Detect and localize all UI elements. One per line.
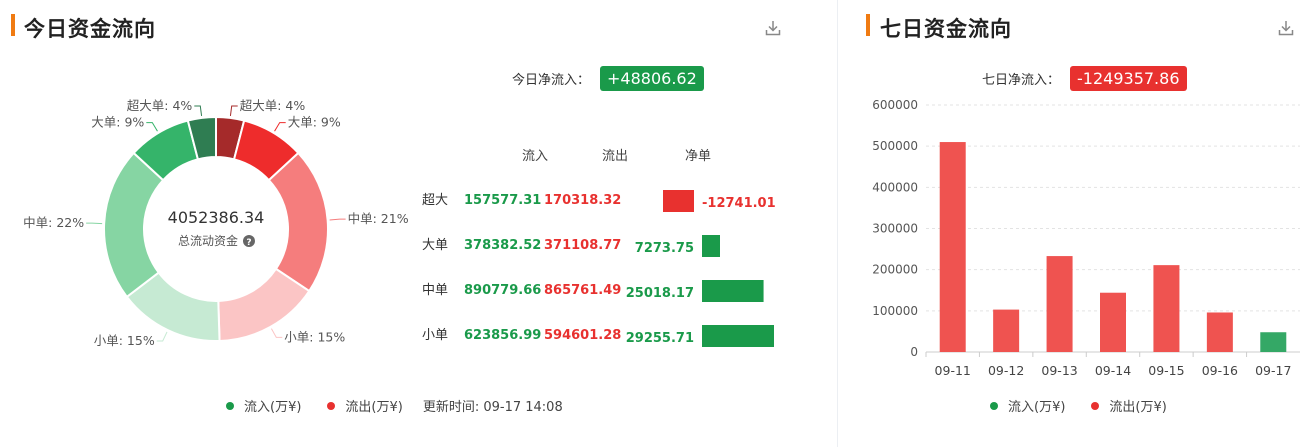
- row-label: 小单: [422, 328, 448, 343]
- bar[interactable]: [939, 142, 966, 352]
- svg-text:?: ?: [246, 238, 251, 248]
- help-icon[interactable]: ?: [243, 235, 255, 248]
- panel-divider: [837, 0, 838, 447]
- update-time: 更新时间: 09-17 14:08: [422, 400, 563, 415]
- today-net-inflow: 今日净流入： +48806.62: [512, 66, 704, 91]
- y-tick-label: 300000: [872, 222, 918, 236]
- x-tick-label: 09-17: [1255, 363, 1291, 378]
- y-tick-label: 100000: [872, 304, 918, 318]
- table-row: 超大 157577.31 170318.32 -12741.01: [422, 190, 776, 212]
- table-row: 大单 378382.52 371108.77 7273.75: [422, 235, 720, 257]
- outflow-dot-icon: [327, 401, 336, 410]
- seven-day-flow-panel: 七日资金流向 七日净流入： -1249357.86 0 100000 200000 3…: [840, 0, 1308, 447]
- row-inflow: 157577.31: [464, 193, 541, 208]
- row-outflow: 371108.77: [544, 238, 621, 253]
- donut-slice-label: 大单: 9%: [288, 115, 341, 130]
- donut-label-leader: [156, 331, 168, 342]
- bar[interactable]: [1046, 256, 1073, 352]
- row-inflow: 378382.52: [464, 238, 541, 253]
- x-tick-label: 09-12: [988, 363, 1024, 378]
- net-bar: [702, 235, 720, 257]
- flow-breakdown-table: 流入 流出 净单超大 157577.31 170318.32 -12741.01 大单 378…: [422, 149, 776, 347]
- today-net-label: 今日净流入：: [512, 73, 591, 88]
- donut-slice-label: 中单: 22%: [23, 215, 84, 230]
- outflow-dot-icon: [1091, 401, 1100, 410]
- x-tick-label: 09-13: [1041, 363, 1077, 378]
- row-outflow: 865761.49: [544, 283, 621, 298]
- bar[interactable]: [993, 309, 1020, 352]
- total-funds-label: 总流动资金: [178, 233, 238, 248]
- donut-slice-label: 大单: 9%: [91, 115, 144, 130]
- row-inflow: 623856.99: [464, 328, 541, 343]
- donut-label-leader: [146, 122, 158, 132]
- y-tick-label: 400000: [872, 180, 918, 194]
- donut-slice[interactable]: [103, 151, 165, 299]
- donut-label-leader: [329, 218, 346, 221]
- table-column-header: 流入: [522, 149, 548, 164]
- bar[interactable]: [1260, 332, 1287, 352]
- row-label: 大单: [422, 238, 448, 253]
- donut-label-leader: [274, 122, 286, 132]
- row-outflow: 594601.28: [544, 328, 621, 343]
- row-label: 超大: [422, 193, 448, 208]
- download-icon[interactable]: [764, 19, 782, 37]
- x-tick-label: 09-16: [1202, 363, 1238, 378]
- net-bar: [702, 280, 764, 302]
- bar[interactable]: [1206, 312, 1233, 352]
- table-column-header: 流出: [602, 149, 628, 164]
- donut-slice-label: 超大单: 4%: [240, 98, 306, 113]
- row-net-value: 7273.75: [635, 241, 694, 256]
- row-net-value: 25018.17: [626, 286, 694, 301]
- bar[interactable]: [1153, 265, 1180, 352]
- legend-outflow-label: 流出(万¥): [1109, 400, 1167, 415]
- legend-inflow[interactable]: 流入(万¥): [226, 396, 301, 415]
- x-tick-label: 09-14: [1095, 363, 1131, 378]
- table-row: 小单 623856.99 594601.28 29255.71: [422, 325, 774, 347]
- donut-label-leader: [194, 105, 203, 116]
- donut-slice-label: 中单: 21%: [348, 211, 409, 226]
- y-tick-label: 500000: [872, 139, 918, 153]
- y-tick-label: 600000: [872, 98, 918, 112]
- today-legend: 流入(万¥) 流出(万¥) 更新时间: 09-17 14:08: [226, 396, 563, 415]
- x-tick-label: 09-11: [935, 363, 971, 378]
- donut-label-leader: [229, 105, 238, 116]
- donut-slice-label: 小单: 15%: [284, 329, 345, 344]
- y-tick-label: 200000: [872, 263, 918, 277]
- inflow-dot-icon: [990, 401, 998, 410]
- row-inflow: 890779.66: [464, 283, 541, 298]
- total-funds-value: 4052386.34: [168, 208, 265, 227]
- donut-label-leader: [270, 328, 283, 338]
- row-net-value: 29255.71: [626, 331, 694, 346]
- legend-outflow[interactable]: 流出(万¥): [1091, 396, 1167, 415]
- table-column-header: 净单: [685, 149, 711, 164]
- table-row: 中单 890779.66 865761.49 25018.17: [422, 280, 764, 302]
- legend-inflow[interactable]: 流入(万¥): [990, 396, 1065, 415]
- seven-day-legend: 流入(万¥) 流出(万¥): [990, 396, 1167, 415]
- legend-outflow[interactable]: 流出(万¥): [327, 396, 403, 415]
- seven-day-bar-chart: 0 100000 200000 300000 400000 500000 600000 09-…: [872, 98, 1300, 378]
- legend-outflow-label: 流出(万¥): [345, 400, 403, 415]
- today-net-badge: +48806.62: [600, 66, 704, 91]
- row-net-value: -12741.01: [702, 196, 776, 211]
- donut-slice-label: 超大单: 4%: [127, 98, 193, 113]
- inflow-dot-icon: [226, 401, 234, 410]
- bar[interactable]: [1100, 292, 1126, 352]
- y-tick-label: 0: [910, 345, 918, 359]
- legend-inflow-label: 流入(万¥): [1008, 400, 1066, 415]
- today-flow-donut-chart: 超大单: 4% 大单: 9% 中单: 21% 小单: 15% 小单: 15% 中单: 22…: [23, 98, 409, 348]
- x-tick-label: 09-15: [1148, 363, 1184, 378]
- net-bar: [702, 325, 774, 347]
- row-label: 中单: [422, 283, 448, 298]
- legend-inflow-label: 流入(万¥): [244, 400, 302, 415]
- row-outflow: 170318.32: [544, 193, 621, 208]
- today-flow-panel: 今日资金流向 今日净流入： +48806.62 超大单: 4% 大单: 9% 中单:…: [0, 0, 808, 447]
- net-bar: [663, 190, 694, 212]
- donut-slice-label: 小单: 15%: [94, 333, 155, 348]
